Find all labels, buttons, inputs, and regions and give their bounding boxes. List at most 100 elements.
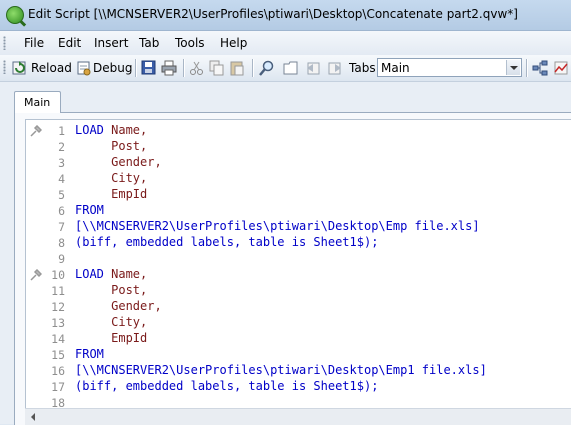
code-fragment: [\\MCNSERVER2\UserProfiles\ptiwari\Deskt… xyxy=(75,219,480,233)
code-fragment: (biff, embedded labels, table is Sheet1$… xyxy=(75,379,379,393)
code-fragment: Gender, xyxy=(75,155,162,169)
tab-select-dropdown[interactable]: Main xyxy=(377,58,522,77)
app-icon xyxy=(6,6,24,24)
code-text: [\\MCNSERVER2\UserProfiles\ptiwari\Deskt… xyxy=(75,219,480,233)
code-text: Gender, xyxy=(75,155,162,169)
keyword: FROM xyxy=(75,347,104,361)
code-line[interactable]: 5 EmpId xyxy=(26,187,571,203)
code-fragment: EmpId xyxy=(75,331,148,345)
code-fragment: Name, xyxy=(103,123,148,137)
folder-icon[interactable] xyxy=(283,60,299,76)
code-text: (biff, embedded labels, table is Sheet1$… xyxy=(75,379,378,393)
code-fragment: Gender, xyxy=(75,299,162,313)
code-text: Post, xyxy=(75,139,147,153)
debug-button[interactable]: Debug xyxy=(76,58,132,78)
cut-icon[interactable] xyxy=(189,60,205,76)
menu-tools[interactable]: Tools xyxy=(175,36,205,50)
code-line[interactable]: 14 EmpId xyxy=(26,331,571,347)
line-number: 17 xyxy=(51,380,65,394)
tab-right-icon[interactable] xyxy=(328,60,344,76)
chevron-down-icon[interactable] xyxy=(506,60,520,75)
menu-grip-icon[interactable] xyxy=(3,36,6,50)
code-fragment: City, xyxy=(75,315,148,329)
code-text: City, xyxy=(75,315,147,329)
menu-help[interactable]: Help xyxy=(220,36,247,50)
line-number: 5 xyxy=(58,188,65,202)
menu-insert[interactable]: Insert xyxy=(94,36,128,50)
reload-button[interactable]: Reload xyxy=(12,58,72,78)
line-number: 11 xyxy=(51,284,65,298)
tab-main[interactable]: Main xyxy=(14,91,61,113)
code-line[interactable]: 8 (biff, embedded labels, table is Sheet1… xyxy=(26,235,571,251)
find-icon[interactable] xyxy=(259,60,275,76)
horizontal-scrollbar[interactable] xyxy=(25,408,571,425)
tab-select-value: Main xyxy=(381,61,410,75)
menu-file[interactable]: File xyxy=(24,36,44,50)
code-text: Gender, xyxy=(75,299,162,313)
keyword: LOAD xyxy=(75,123,104,137)
code-line[interactable]: 11 Post, xyxy=(26,283,571,299)
reload-icon xyxy=(12,61,26,75)
code-text: FROM xyxy=(75,347,104,361)
code-line[interactable]: 4 City, xyxy=(26,171,571,187)
line-number: 12 xyxy=(51,300,65,314)
code-text: EmpId xyxy=(75,187,147,201)
code-line[interactable]: 15 FROM xyxy=(26,347,571,363)
network-icon[interactable] xyxy=(532,60,548,76)
code-line[interactable]: 18 xyxy=(26,395,571,409)
toolbar-separator xyxy=(252,59,254,77)
line-number: 13 xyxy=(51,316,65,330)
debug-label: Debug xyxy=(93,61,133,75)
code-line[interactable]: 7 [\\MCNSERVER2\UserProfiles\ptiwari\Desk… xyxy=(26,219,571,235)
window-title: Edit Script [\\MCNSERVER2\UserProfiles\p… xyxy=(28,7,518,21)
title-bar: Edit Script [\\MCNSERVER2\UserProfiles\p… xyxy=(0,0,571,31)
toolbar-separator xyxy=(183,59,185,77)
toolbar-separator xyxy=(526,59,528,77)
code-line[interactable]: 6 FROM xyxy=(26,203,571,219)
line-number: 6 xyxy=(58,204,65,218)
line-number: 3 xyxy=(58,156,65,170)
code-line[interactable]: 1 LOAD Name, xyxy=(26,123,571,139)
code-text: [\\MCNSERVER2\UserProfiles\ptiwari\Deskt… xyxy=(75,363,487,377)
tab-main-label: Main xyxy=(24,96,51,109)
line-number: 9 xyxy=(58,252,65,266)
code-fragment: EmpId xyxy=(75,187,148,201)
code-text: LOAD Name, xyxy=(75,267,147,281)
line-number: 2 xyxy=(58,140,65,154)
reload-label: Reload xyxy=(31,61,72,75)
code-line[interactable]: 3 Gender, xyxy=(26,155,571,171)
line-number: 14 xyxy=(51,332,65,346)
code-text: City, xyxy=(75,171,147,185)
code-line[interactable]: 17 (biff, embedded labels, table is Sheet… xyxy=(26,379,571,395)
toolbar-separator xyxy=(135,59,137,77)
menu-edit[interactable]: Edit xyxy=(58,36,81,50)
code-line[interactable]: 13 City, xyxy=(26,315,571,331)
code-line[interactable]: 10 LOAD Name, xyxy=(26,267,571,283)
code-text: (biff, embedded labels, table is Sheet1$… xyxy=(75,235,378,249)
script-editor[interactable]: 1 LOAD Name, 2 Post, 3 Gender, 4 City, 5 EmpI… xyxy=(25,119,571,409)
toolbar-grip-icon[interactable] xyxy=(3,60,6,74)
paste-icon[interactable] xyxy=(229,60,245,76)
scroll-left-icon[interactable] xyxy=(31,413,35,421)
line-number: 10 xyxy=(51,268,65,282)
code-text: Post, xyxy=(75,283,147,297)
line-number: 16 xyxy=(51,364,65,378)
code-line[interactable]: 12 Gender, xyxy=(26,299,571,315)
code-line[interactable]: 2 Post, xyxy=(26,139,571,155)
debug-icon xyxy=(77,61,91,76)
save-icon[interactable] xyxy=(141,60,157,76)
code-line[interactable]: 9 xyxy=(26,251,571,267)
keyword: LOAD xyxy=(75,267,104,281)
code-line[interactable]: 16 [\\MCNSERVER2\UserProfiles\ptiwari\Des… xyxy=(26,363,571,379)
line-number: 4 xyxy=(58,172,65,186)
code-fragment: Post, xyxy=(75,283,148,297)
line-number: 8 xyxy=(58,236,65,250)
menu-tab[interactable]: Tab xyxy=(139,36,159,50)
tab-left-icon[interactable] xyxy=(305,60,321,76)
keyword: FROM xyxy=(75,203,104,217)
code-fragment: Name, xyxy=(103,267,148,281)
chart-icon[interactable] xyxy=(553,60,569,76)
copy-icon[interactable] xyxy=(209,60,225,76)
code-fragment: City, xyxy=(75,171,148,185)
print-icon[interactable] xyxy=(161,60,177,76)
